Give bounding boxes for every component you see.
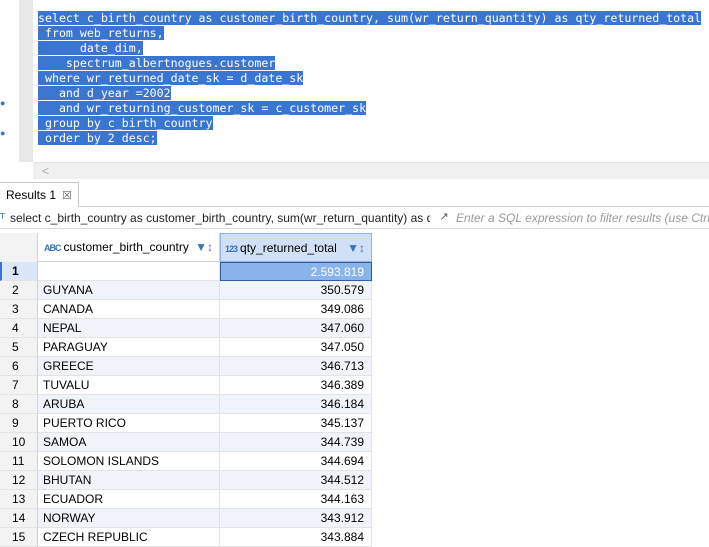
gutter-marker-icon: ● — [0, 98, 6, 108]
results-tabbar: Results 1 ☒ — [0, 179, 709, 207]
row-number[interactable]: 3 — [0, 300, 38, 319]
row-number[interactable]: 14 — [0, 509, 38, 528]
row-number[interactable]: 4 — [0, 319, 38, 338]
code-line: and wr_returning_customer_sk = c_custome… — [38, 101, 367, 115]
cell-qty[interactable]: 344.739 — [220, 433, 372, 452]
cell-qty[interactable]: 2.593.819 — [220, 262, 372, 281]
expand-icon[interactable]: ↗ — [436, 209, 452, 225]
row-number[interactable]: 6 — [0, 357, 38, 376]
cell-country[interactable]: GREECE — [38, 357, 220, 376]
cell-country[interactable]: CANADA — [38, 300, 220, 319]
cell-country[interactable]: SAMOA — [38, 433, 220, 452]
cell-country[interactable]: SOLOMON ISLANDS — [38, 452, 220, 471]
row-number[interactable]: 7 — [0, 376, 38, 395]
sql-editor[interactable]: ● ● select c_birth_country as customer_b… — [0, 0, 709, 162]
grid-body: 1 2.593.819 2 GUYANA 350.579 3 CANADA 349.086… — [0, 262, 372, 547]
cell-country[interactable] — [38, 262, 220, 281]
row-number[interactable]: 8 — [0, 395, 38, 414]
column-header-qty-returned-total[interactable]: 123 qty_returned_total ▼↕ — [220, 233, 372, 262]
row-number[interactable]: 15 — [0, 528, 38, 547]
table-row[interactable]: 12 BHUTAN 344.512 — [0, 471, 372, 490]
cell-qty[interactable]: 346.389 — [220, 376, 372, 395]
row-number-header[interactable] — [0, 233, 38, 262]
editor-horizontal-scrollbar[interactable]: < — [33, 162, 709, 179]
sql-code[interactable]: select c_birth_country as customer_birth… — [38, 11, 702, 146]
sort-filter-icon[interactable]: ▼↕ — [347, 234, 365, 262]
table-row[interactable]: 13 ECUADOR 344.163 — [0, 490, 372, 509]
column-header-customer-birth-country[interactable]: ABC customer_birth_country ▼↕ — [38, 233, 220, 262]
filter-icon: ᵀ — [0, 211, 6, 225]
table-row[interactable]: 8 ARUBA 346.184 — [0, 395, 372, 414]
row-number[interactable]: 9 — [0, 414, 38, 433]
row-number[interactable]: 5 — [0, 338, 38, 357]
scroll-left-icon[interactable]: < — [42, 164, 49, 178]
table-row[interactable]: 2 GUYANA 350.579 — [0, 281, 372, 300]
cell-qty[interactable]: 343.912 — [220, 509, 372, 528]
cell-qty[interactable]: 346.713 — [220, 357, 372, 376]
tab-results-1[interactable]: Results 1 ☒ — [0, 182, 79, 207]
gutter-marker-icon: ● — [0, 128, 6, 138]
table-row[interactable]: 11 SOLOMON ISLANDS 344.694 — [0, 452, 372, 471]
grid-header: ABC customer_birth_country ▼↕ 123 qty_retu… — [0, 233, 372, 262]
table-row[interactable]: 7 TUVALU 346.389 — [0, 376, 372, 395]
query-text: select c_birth_country as customer_birth… — [10, 211, 430, 225]
cell-qty[interactable]: 349.086 — [220, 300, 372, 319]
table-row[interactable]: 9 PUERTO RICO 345.137 — [0, 414, 372, 433]
close-icon[interactable]: ☒ — [62, 190, 72, 202]
cell-qty[interactable]: 344.694 — [220, 452, 372, 471]
cell-qty[interactable]: 347.060 — [220, 319, 372, 338]
filter-bar: ᵀ select c_birth_country as customer_bir… — [0, 207, 709, 229]
results-grid[interactable]: ABC customer_birth_country ▼↕ 123 qty_retu… — [0, 233, 372, 547]
grid-empty-area — [372, 262, 709, 547]
cell-qty[interactable]: 347.050 — [220, 338, 372, 357]
editor-line-margin — [19, 0, 33, 162]
cell-qty[interactable]: 345.137 — [220, 414, 372, 433]
row-number[interactable]: 2 — [0, 281, 38, 300]
code-line: where wr_returned_date_sk = d_date_sk — [38, 71, 304, 85]
cell-country[interactable]: NORWAY — [38, 509, 220, 528]
tab-label: Results 1 — [6, 188, 57, 202]
number-type-icon: 123 — [225, 244, 238, 254]
column-label: customer_birth_country — [63, 240, 189, 254]
cell-qty[interactable]: 346.184 — [220, 395, 372, 414]
cell-country[interactable]: TUVALU — [38, 376, 220, 395]
row-number[interactable]: 11 — [0, 452, 38, 471]
filter-input[interactable]: Enter a SQL expression to filter results… — [456, 210, 709, 226]
table-row[interactable]: 5 PARAGUAY 347.050 — [0, 338, 372, 357]
column-label: qty_returned_total — [240, 241, 337, 255]
table-row[interactable]: 4 NEPAL 347.060 — [0, 319, 372, 338]
table-row[interactable]: 15 CZECH REPUBLIC 343.884 — [0, 528, 372, 547]
sort-filter-icon[interactable]: ▼↕ — [195, 233, 213, 261]
cell-country[interactable]: PUERTO RICO — [38, 414, 220, 433]
code-line: group by c_birth_country — [38, 116, 213, 130]
code-line: spectrum_albertnogues.customer — [38, 56, 276, 70]
code-line: and d_year =2002 — [38, 86, 171, 100]
cell-country[interactable]: NEPAL — [38, 319, 220, 338]
cell-country[interactable]: ECUADOR — [38, 490, 220, 509]
table-row[interactable]: 1 2.593.819 — [0, 262, 372, 281]
code-line: from web_returns, — [38, 26, 164, 40]
cell-country[interactable]: CZECH REPUBLIC — [38, 528, 220, 547]
code-line: select c_birth_country as customer_birth… — [38, 11, 702, 25]
table-row[interactable]: 10 SAMOA 344.739 — [0, 433, 372, 452]
cell-qty[interactable]: 344.512 — [220, 471, 372, 490]
cell-country[interactable]: BHUTAN — [38, 471, 220, 490]
editor-gutter: ● ● — [0, 0, 19, 162]
cell-qty[interactable]: 350.579 — [220, 281, 372, 300]
table-row[interactable]: 14 NORWAY 343.912 — [0, 509, 372, 528]
cell-qty[interactable]: 344.163 — [220, 490, 372, 509]
row-number[interactable]: 13 — [0, 490, 38, 509]
row-number[interactable]: 12 — [0, 471, 38, 490]
cell-country[interactable]: PARAGUAY — [38, 338, 220, 357]
cell-country[interactable]: ARUBA — [38, 395, 220, 414]
row-number[interactable]: 1 — [0, 262, 38, 281]
row-number[interactable]: 10 — [0, 433, 38, 452]
table-row[interactable]: 6 GREECE 346.713 — [0, 357, 372, 376]
text-type-icon: ABC — [44, 243, 61, 253]
cell-qty[interactable]: 343.884 — [220, 528, 372, 547]
code-line: order by 2 desc; — [38, 131, 157, 145]
table-row[interactable]: 3 CANADA 349.086 — [0, 300, 372, 319]
cell-country[interactable]: GUYANA — [38, 281, 220, 300]
code-line: date_dim, — [38, 41, 143, 55]
